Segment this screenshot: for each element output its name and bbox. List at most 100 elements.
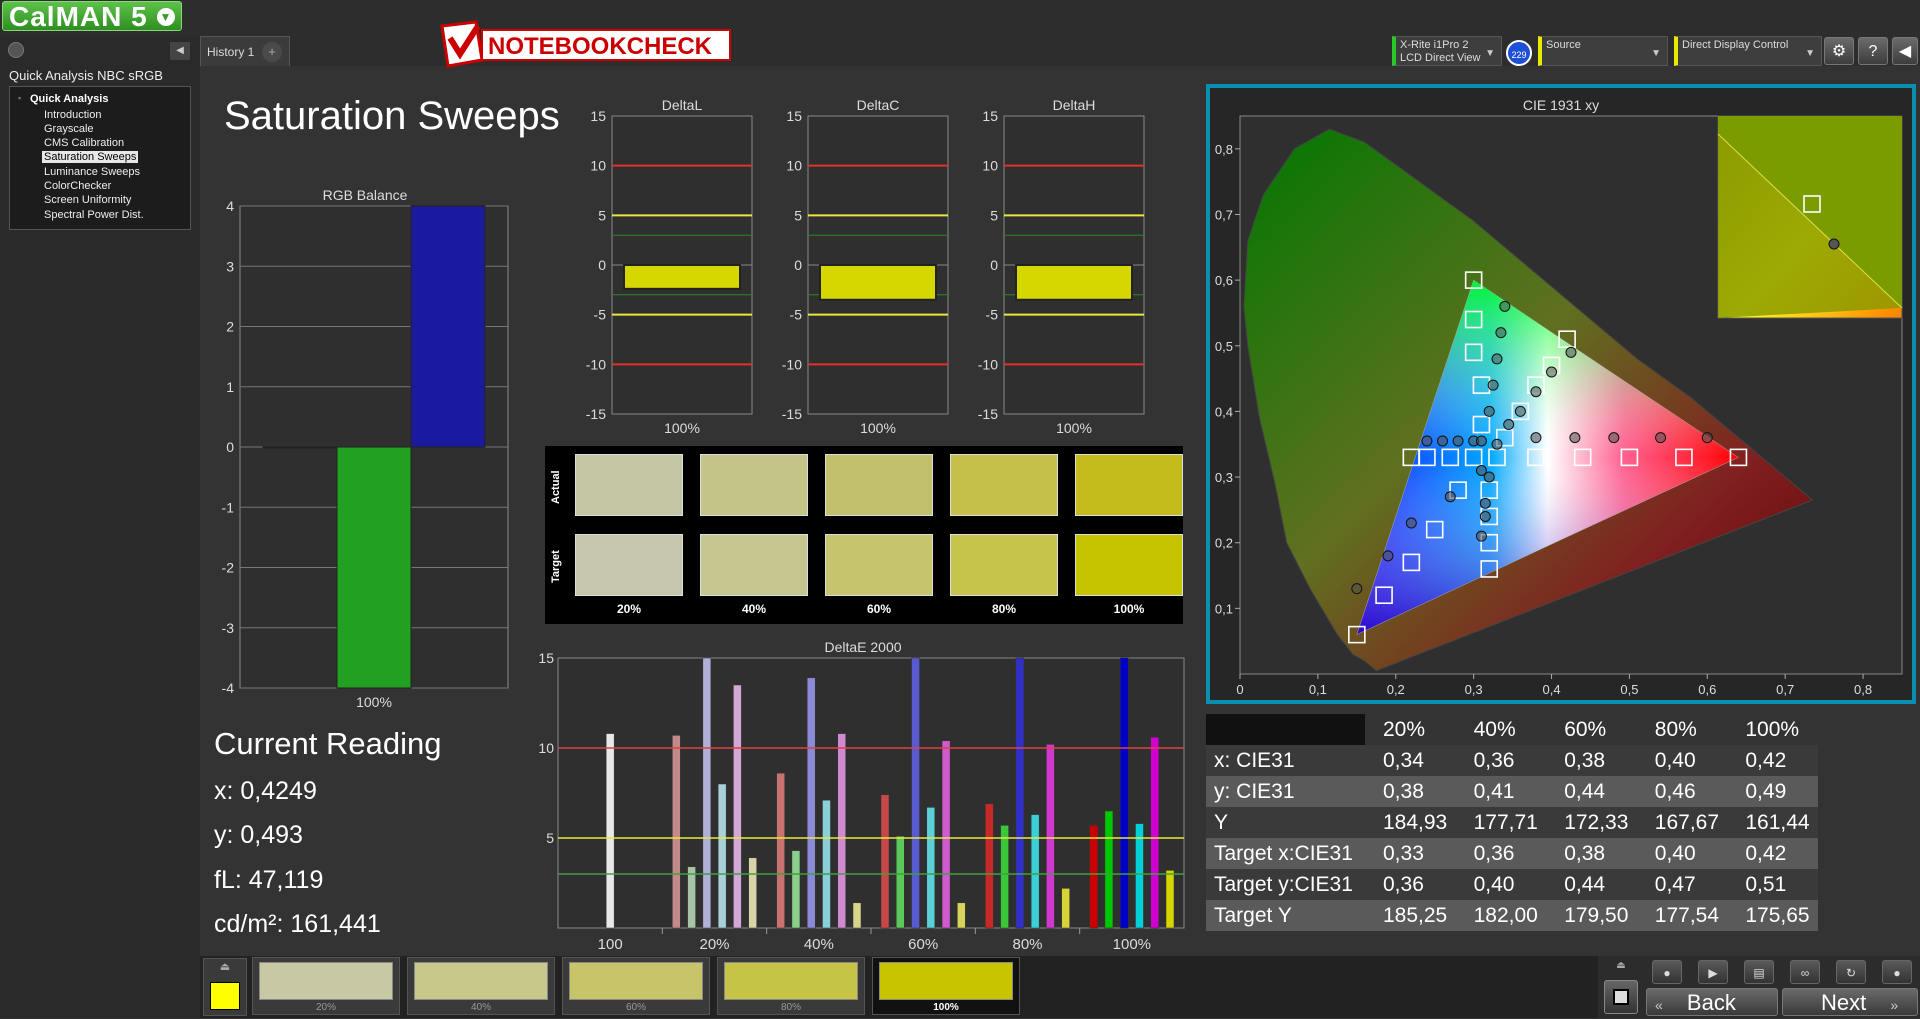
next-label: Next (1821, 990, 1867, 1015)
row-label: y: CIE31 (1206, 776, 1365, 807)
table-cell: 0,33 (1365, 838, 1456, 869)
x-tick-label: 0,1 (1309, 682, 1327, 697)
save-button[interactable]: ▤ (1744, 960, 1774, 984)
meter-badge[interactable]: 229 (1506, 40, 1532, 66)
target-swatch (575, 534, 683, 596)
record-all-button[interactable]: ● (1882, 960, 1912, 984)
next-button[interactable]: Next » (1782, 988, 1918, 1016)
y-tick-label: 10 (590, 158, 606, 174)
reading-x: x: 0,4249 (214, 777, 317, 805)
tab-label: History 1 (207, 45, 255, 59)
workflow-title: Quick Analysis NBC sRGB (9, 68, 163, 83)
x-tick-label: 100% (664, 420, 700, 436)
loop-button[interactable]: ∞ (1790, 960, 1820, 984)
y-tick-label: 15 (786, 108, 802, 124)
patch-item[interactable]: 40% (407, 957, 555, 1015)
table-row: Target x:CIE31 0,33 0,36 0,38 0,40 0,42 (1206, 838, 1818, 869)
record-icon: ● (1663, 966, 1671, 980)
eject-icon[interactable]: ⏏ (216, 960, 234, 974)
sidebar-item-saturation-sweeps[interactable]: Saturation Sweeps (42, 151, 139, 163)
back-button[interactable]: « Back (1646, 988, 1778, 1016)
deltae-bar (733, 684, 742, 929)
measured-point (1479, 497, 1491, 509)
y-tick-label: -10 (782, 356, 802, 372)
deltae-bar (1046, 744, 1055, 929)
sidebar-item-screen-uniformity[interactable]: Screen Uniformity (42, 194, 133, 206)
patch-item[interactable]: 60% (562, 957, 710, 1015)
chevron-down-icon: ▼ (1485, 48, 1495, 59)
table-cell: 0,40 (1455, 869, 1547, 900)
table-row: Y 184,93 177,71 172,33 167,67 161,44 (1206, 807, 1818, 838)
refresh-button[interactable]: ↻ (1836, 960, 1866, 984)
patch-item[interactable]: 80% (717, 957, 865, 1015)
delta-bar (1015, 264, 1133, 301)
table-cell: 0,49 (1727, 776, 1818, 807)
x-tick-label: 0,7 (1776, 682, 1794, 697)
measurement-table: 20% 40% 60% 80% 100% x: CIE31 0,34 0,36 0,3… (1206, 714, 1818, 931)
x-tick-label: 80% (1012, 936, 1042, 953)
chart-title: CIE 1931 xy (1523, 97, 1599, 113)
sidebar-item-luminance-sweeps[interactable]: Luminance Sweeps (42, 166, 142, 178)
record-button[interactable]: ● (1652, 960, 1682, 984)
y-tick-label: 0,3 (1215, 470, 1233, 485)
source-selector[interactable]: Source ▼ (1538, 36, 1668, 66)
y-tick-label: 0,8 (1215, 142, 1233, 157)
patch-label: 100% (933, 1002, 959, 1013)
measured-point (1655, 432, 1667, 444)
deltae-bar (852, 902, 862, 929)
gear-icon: ⚙ (1831, 43, 1847, 60)
calman-logo-button[interactable]: CalMAN 5 ▼ (2, 1, 182, 32)
settings-button[interactable]: ⚙ (1824, 37, 1854, 65)
deltae-bar (837, 733, 846, 929)
delta-bar (623, 264, 741, 290)
eject-icon[interactable]: ⏏ (1610, 960, 1632, 976)
chevron-down-icon: ▼ (157, 8, 175, 26)
table-cell: 0,41 (1455, 776, 1547, 807)
sidebar-item-grayscale[interactable]: Grayscale (42, 123, 96, 135)
x-tick-label: 0,3 (1465, 682, 1483, 697)
y-tick-label: -3 (222, 620, 235, 636)
deltae-bar (822, 799, 831, 929)
sidebar-item-introduction[interactable]: Introduction (42, 109, 103, 121)
play-icon: ▶ (1708, 966, 1718, 980)
measured-point (1382, 550, 1394, 562)
meter-name: X-Rite i1Pro 2 (1400, 39, 1469, 51)
sidebar-item-cms-calibration[interactable]: CMS Calibration (42, 137, 126, 149)
chevron-left-icon: ◀ (1898, 43, 1912, 60)
deltae-bar (791, 850, 801, 929)
meter-selector[interactable]: X-Rite i1Pro 2 LCD Direct View ▼ (1392, 36, 1502, 66)
patch-label: 60% (625, 1002, 646, 1013)
x-tick-label: 0,8 (1854, 682, 1872, 697)
notebookcheck-logo: NOTEBOOKCHECK (440, 20, 731, 68)
y-tick-label: 15 (982, 108, 998, 124)
question-icon: ? (1868, 43, 1878, 60)
display-selector[interactable]: Direct Display Control ▼ (1674, 36, 1822, 66)
patch-item[interactable]: 20% (252, 957, 400, 1015)
sidebar-pin-icon[interactable] (8, 42, 24, 58)
tree-root-quick-analysis[interactable]: Quick Analysis (18, 93, 109, 105)
sidebar-collapse-button[interactable]: ◀ (170, 42, 190, 60)
table-cell: 161,44 (1727, 807, 1818, 838)
table-cell: 175,65 (1727, 900, 1818, 931)
row-label: Target y:CIE31 (1206, 869, 1365, 900)
patch-item[interactable]: 100% (872, 957, 1020, 1015)
play-button[interactable]: ▶ (1698, 960, 1728, 984)
sidebar-item-spectral-power[interactable]: Spectral Power Dist. (42, 209, 146, 221)
table-cell: 172,33 (1546, 807, 1637, 838)
stop-button[interactable] (1604, 980, 1638, 1014)
collapse-right-button[interactable]: ◀ (1892, 37, 1918, 65)
add-tab-button[interactable]: + (262, 42, 282, 62)
y-tick-label: 4 (226, 198, 234, 214)
measured-point (1421, 435, 1433, 447)
column-header: 60% (1546, 714, 1637, 745)
x-tick-label: 0,2 (1387, 682, 1405, 697)
deltae-bar (880, 794, 890, 929)
y-tick-label: 10 (786, 158, 802, 174)
deltae-bar (941, 740, 951, 929)
reading-fl: fL: 47,119 (214, 866, 324, 894)
help-button[interactable]: ? (1858, 37, 1888, 65)
y-tick-label: 2 (226, 319, 234, 335)
deltae-bar (1089, 825, 1098, 929)
sidebar-item-colorchecker[interactable]: ColorChecker (42, 180, 113, 192)
bar-green (336, 446, 412, 689)
